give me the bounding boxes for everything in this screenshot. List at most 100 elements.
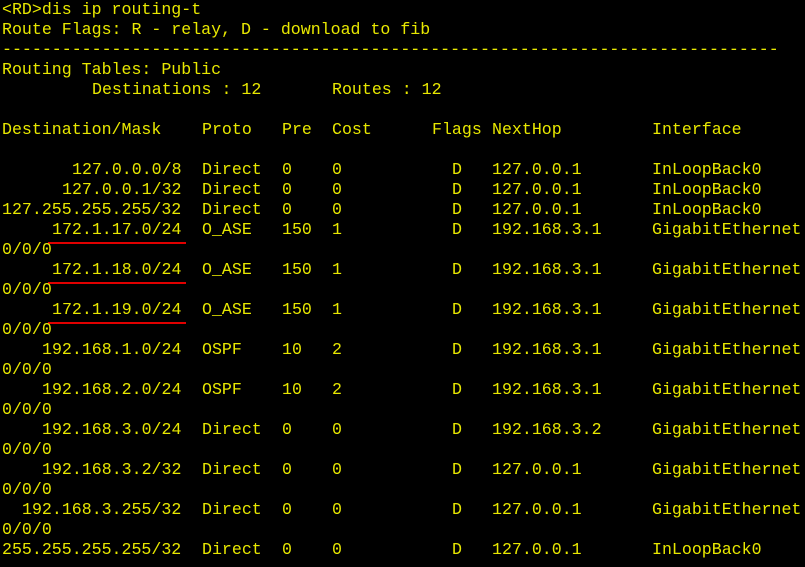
route-proto: O_ASE — [202, 300, 252, 319]
route-nexthop: 192.168.3.1 — [492, 300, 602, 319]
route-destination: 192.168.3.255/32 — [22, 500, 182, 519]
highlight-underline — [48, 282, 186, 284]
route-cost: 2 — [332, 340, 342, 359]
route-interface: GigabitEthernet — [652, 220, 802, 239]
route-nexthop: 192.168.3.2 — [492, 420, 602, 439]
table-header: Destination/Mask Proto Pre Cost Flags Ne… — [2, 120, 742, 140]
route-destination: 127.0.0.1/32 — [62, 180, 182, 199]
route-cost: 1 — [332, 220, 342, 239]
route-cost: 0 — [332, 160, 342, 179]
route-pre: 0 — [282, 460, 292, 479]
interface-continuation: 0/0/0 — [2, 280, 52, 299]
route-flags: D — [452, 500, 462, 519]
route-interface: GigabitEthernet — [652, 300, 802, 319]
routes-count: Routes : 12 — [332, 80, 442, 99]
prompt: <RD> — [2, 0, 42, 19]
route-proto: Direct — [202, 460, 262, 479]
route-pre: 0 — [282, 420, 292, 439]
route-proto: OSPF — [202, 340, 242, 359]
interface-continuation: 0/0/0 — [2, 480, 52, 499]
highlight-underline — [48, 242, 186, 244]
header-flags: Flags — [432, 120, 482, 139]
route-interface: InLoopBack0 — [652, 200, 762, 219]
route-pre: 0 — [282, 200, 292, 219]
header-cost: Cost — [332, 120, 372, 139]
route-cost: 2 — [332, 380, 342, 399]
route-nexthop: 127.0.0.1 — [492, 160, 582, 179]
route-nexthop: 127.0.0.1 — [492, 180, 582, 199]
route-destination: 192.168.2.0/24 — [42, 380, 182, 399]
route-cost: 0 — [332, 460, 342, 479]
route-cost: 0 — [332, 500, 342, 519]
route-flags: D — [452, 160, 462, 179]
route-flags: D — [452, 340, 462, 359]
route-pre: 0 — [282, 500, 292, 519]
route-flags: D — [452, 180, 462, 199]
route-proto: O_ASE — [202, 260, 252, 279]
route-nexthop: 192.168.3.1 — [492, 380, 602, 399]
route-flags-line: Route Flags: R - relay, D - download to … — [2, 20, 431, 39]
route-proto: Direct — [202, 160, 262, 179]
route-flags: D — [452, 200, 462, 219]
route-proto: Direct — [202, 500, 262, 519]
route-nexthop: 192.168.3.1 — [492, 220, 602, 239]
route-nexthop: 127.0.0.1 — [492, 460, 582, 479]
destinations-count: Destinations : 12 — [92, 80, 262, 99]
header-pre: Pre — [282, 120, 312, 139]
route-proto: Direct — [202, 540, 262, 559]
route-cost: 1 — [332, 260, 342, 279]
route-cost: 0 — [332, 180, 342, 199]
separator-line: ----------------------------------------… — [2, 40, 779, 59]
route-nexthop: 127.0.0.1 — [492, 540, 582, 559]
header-destination: Destination/Mask — [2, 120, 162, 139]
route-flags: D — [452, 460, 462, 479]
route-proto: Direct — [202, 200, 262, 219]
route-interface: GigabitEthernet — [652, 420, 802, 439]
route-pre: 0 — [282, 180, 292, 199]
interface-continuation: 0/0/0 — [2, 440, 52, 459]
route-proto: O_ASE — [202, 220, 252, 239]
interface-continuation: 0/0/0 — [2, 240, 52, 259]
route-nexthop: 127.0.0.1 — [492, 200, 582, 219]
route-destination: 192.168.3.2/32 — [42, 460, 182, 479]
route-flags: D — [452, 220, 462, 239]
route-flags: D — [452, 540, 462, 559]
header-interface: Interface — [652, 120, 742, 139]
route-proto: Direct — [202, 420, 262, 439]
route-flags: D — [452, 300, 462, 319]
routing-table-title: Routing Tables: Public — [2, 60, 222, 79]
interface-continuation: 0/0/0 — [2, 400, 52, 419]
route-destination: 127.0.0.0/8 — [72, 160, 182, 179]
route-flags: D — [452, 380, 462, 399]
route-interface: GigabitEthernet — [652, 380, 802, 399]
route-nexthop: 127.0.0.1 — [492, 500, 582, 519]
route-pre: 150 — [282, 220, 312, 239]
route-interface: InLoopBack0 — [652, 180, 762, 199]
route-destination: 192.168.1.0/24 — [42, 340, 182, 359]
route-interface: InLoopBack0 — [652, 160, 762, 179]
route-nexthop: 192.168.3.1 — [492, 340, 602, 359]
route-pre: 10 — [282, 340, 302, 359]
route-destination: 172.1.18.0/24 — [52, 260, 182, 279]
route-proto: OSPF — [202, 380, 242, 399]
terminal-window[interactable]: <RD>dis ip routing-t Route Flags: R - re… — [0, 0, 805, 567]
route-destination: 127.255.255.255/32 — [2, 200, 182, 219]
route-pre: 0 — [282, 160, 292, 179]
route-cost: 0 — [332, 200, 342, 219]
route-proto: Direct — [202, 180, 262, 199]
interface-continuation: 0/0/0 — [2, 320, 52, 339]
route-flags: D — [452, 420, 462, 439]
route-nexthop: 192.168.3.1 — [492, 260, 602, 279]
route-pre: 0 — [282, 540, 292, 559]
route-pre: 150 — [282, 260, 312, 279]
header-nexthop: NextHop — [492, 120, 562, 139]
command-text: dis ip routing-t — [41, 0, 202, 19]
route-destination: 255.255.255.255/32 — [2, 540, 182, 559]
header-proto: Proto — [202, 120, 252, 139]
route-interface: InLoopBack0 — [652, 540, 762, 559]
route-pre: 10 — [282, 380, 302, 399]
route-interface: GigabitEthernet — [652, 500, 802, 519]
route-flags: D — [452, 260, 462, 279]
route-cost: 1 — [332, 300, 342, 319]
route-cost: 0 — [332, 540, 342, 559]
